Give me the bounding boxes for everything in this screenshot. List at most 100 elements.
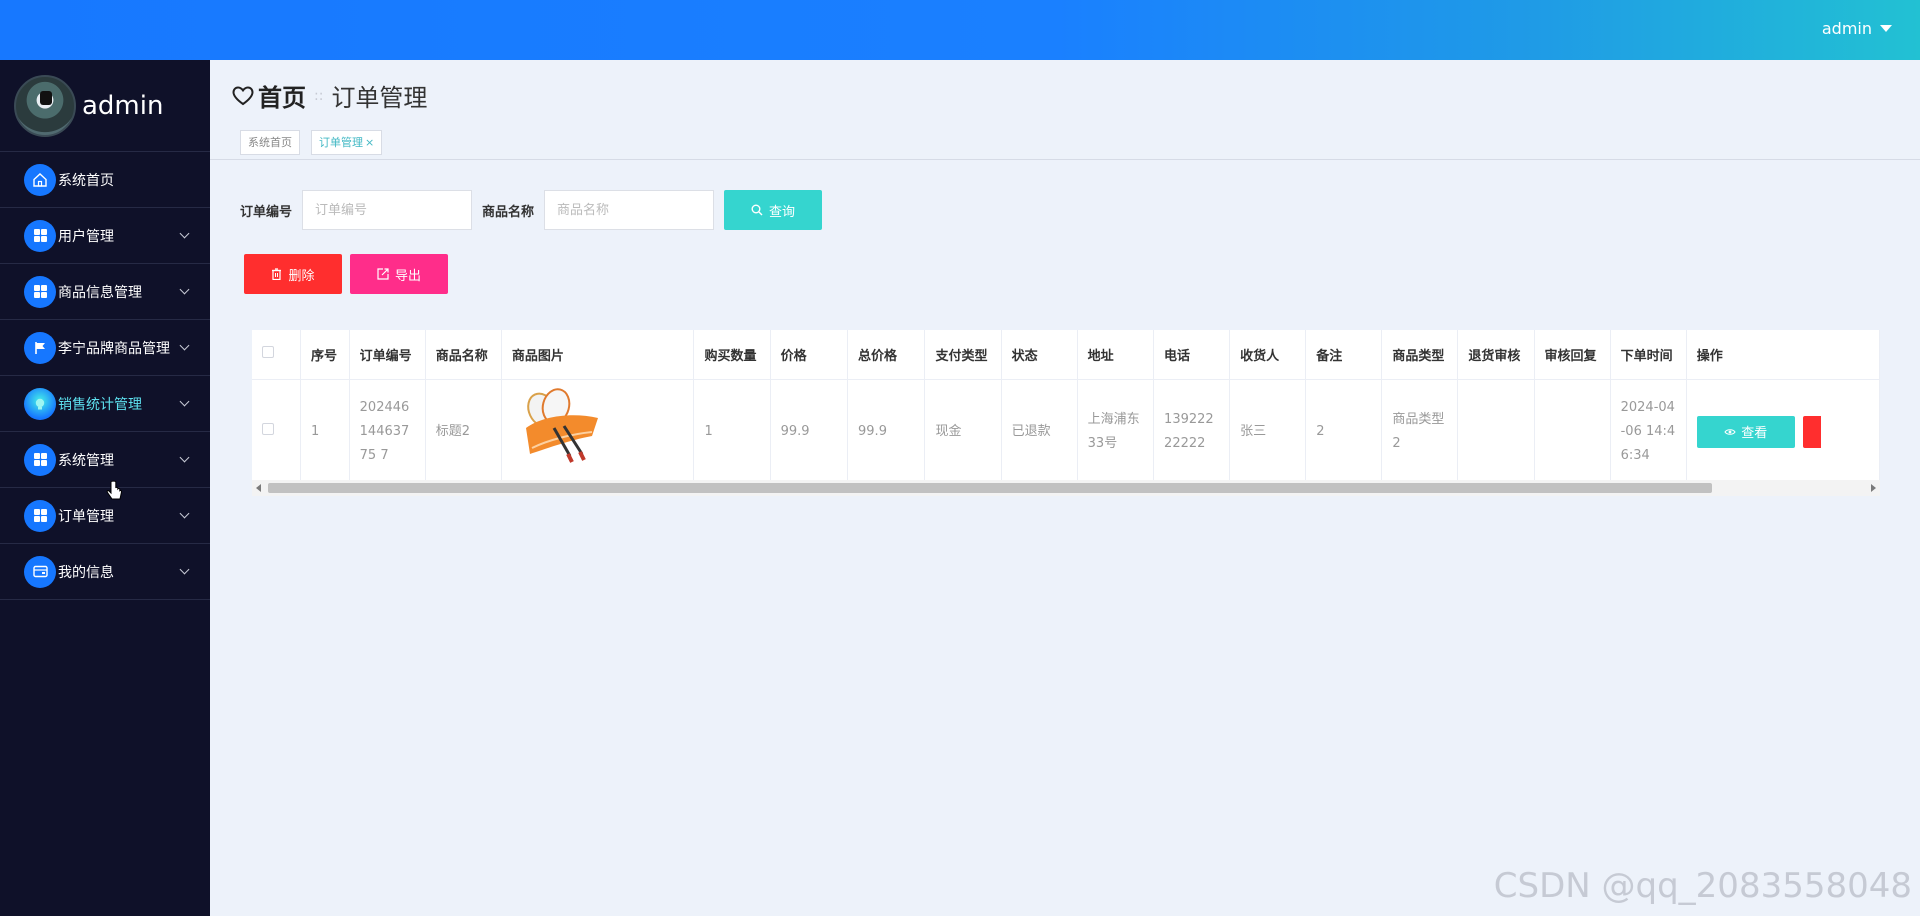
sidebar-item-label: 用户管理 xyxy=(58,228,114,245)
tab-orders[interactable]: 订单管理 × xyxy=(311,130,383,155)
heart-icon xyxy=(232,85,254,105)
export-button-label: 导出 xyxy=(394,267,421,283)
order-no-input[interactable] xyxy=(302,190,473,230)
tab-home[interactable]: 系统首页 xyxy=(240,130,300,155)
user-menu[interactable]: admin xyxy=(1822,19,1892,38)
sidebar-item-label: 商品信息管理 xyxy=(58,284,142,301)
sidebar: admin 系统首页 用户管理 商品信息管理 李宁品牌商品管理 销售统计管理 系… xyxy=(0,60,210,916)
trash-icon xyxy=(272,268,282,280)
table-header: 备注 xyxy=(1305,330,1383,380)
table-header: 序号 xyxy=(300,330,350,380)
sidebar-item-orders[interactable]: 订单管理 xyxy=(0,488,210,544)
table-header: 价格 xyxy=(770,330,849,380)
cell-order-no: 20244614463775 7 xyxy=(349,379,426,486)
view-button-label: 查看 xyxy=(1741,425,1768,441)
sidebar-item-label: 订单管理 xyxy=(58,508,114,525)
select-all-cell xyxy=(252,330,302,380)
query-button[interactable]: 查询 xyxy=(724,190,823,230)
avatar xyxy=(14,74,76,137)
view-button[interactable]: 查看 xyxy=(1696,415,1795,448)
sidebar-item-lining-products[interactable]: 李宁品牌商品管理 xyxy=(0,320,210,376)
cell-note: 2 xyxy=(1305,379,1383,486)
grid-icon xyxy=(24,219,56,252)
cell-address: 上海浦东33号 xyxy=(1077,379,1155,486)
cell-product-type: 商品类型2 xyxy=(1381,379,1459,486)
sidebar-item-users[interactable]: 用户管理 xyxy=(0,208,210,264)
product-image xyxy=(525,387,598,463)
table-header: 总价格 xyxy=(847,330,926,380)
sidebar-item-label: 系统管理 xyxy=(58,452,114,469)
chevron-down-icon xyxy=(179,340,190,351)
table-header: 状态 xyxy=(1001,330,1078,380)
tab-label: 系统首页 xyxy=(248,136,292,149)
table-header: 商品名称 xyxy=(425,330,502,380)
breadcrumb-current: 订单管理 xyxy=(331,84,428,112)
table-header: 地址 xyxy=(1077,330,1155,380)
cell-price: 99.9 xyxy=(770,379,849,486)
profile-name: admin xyxy=(82,90,164,121)
wallet-icon xyxy=(24,555,56,588)
table-header: 审核回复 xyxy=(1534,330,1611,380)
row-select-cell xyxy=(252,379,302,486)
sidebar-item-sales-stats[interactable]: 销售统计管理 xyxy=(0,376,210,432)
scrollbar-thumb[interactable] xyxy=(268,483,1712,493)
chevron-down-icon xyxy=(179,508,190,519)
cell-total: 99.9 xyxy=(847,379,926,486)
chevron-down-icon xyxy=(179,564,190,575)
delete-button[interactable]: 删除 xyxy=(244,254,342,294)
export-button[interactable]: 导出 xyxy=(350,254,448,294)
table-header: 支付类型 xyxy=(924,330,1002,380)
cell-index: 1 xyxy=(300,379,350,486)
table-header: 下单时间 xyxy=(1610,330,1687,380)
select-all-checkbox[interactable] xyxy=(262,346,274,359)
profile: admin xyxy=(0,60,210,152)
eye-icon xyxy=(1724,428,1736,435)
cell-product-image xyxy=(501,379,695,486)
cell-product-name: 标题2 xyxy=(425,379,502,486)
row-checkbox[interactable] xyxy=(262,423,274,435)
cell-receiver: 张三 xyxy=(1229,379,1307,486)
tab-label: 订单管理 xyxy=(319,136,363,149)
table-header: 操作 xyxy=(1686,330,1880,380)
grid-icon xyxy=(24,499,56,532)
sidebar-item-home[interactable]: 系统首页 xyxy=(0,152,210,208)
cell-return-review xyxy=(1457,379,1535,486)
search-icon xyxy=(751,204,763,216)
sidebar-item-products[interactable]: 商品信息管理 xyxy=(0,264,210,320)
product-name-input[interactable] xyxy=(544,190,715,230)
sidebar-item-label: 销售统计管理 xyxy=(58,396,142,413)
grid-icon xyxy=(24,443,56,476)
sidebar-item-system[interactable]: 系统管理 xyxy=(0,432,210,488)
sidebar-item-my-info[interactable]: 我的信息 xyxy=(0,544,210,600)
sidebar-item-label: 我的信息 xyxy=(58,564,114,581)
order-no-label: 订单编号 xyxy=(240,204,293,220)
horizontal-scrollbar[interactable] xyxy=(252,480,1880,496)
sidebar-item-label: 李宁品牌商品管理 xyxy=(58,340,170,357)
table-header: 电话 xyxy=(1153,330,1231,380)
table-header: 商品图片 xyxy=(501,330,695,380)
flag-icon xyxy=(24,331,56,364)
delete-row-button[interactable] xyxy=(1802,416,1821,449)
breadcrumb-separator: :: xyxy=(314,87,324,104)
export-icon xyxy=(377,268,389,280)
query-button-label: 查询 xyxy=(769,203,796,219)
user-menu-label: admin xyxy=(1821,19,1872,38)
breadcrumb: 首页 :: 订单管理 xyxy=(232,78,427,113)
breadcrumb-home[interactable]: 首页 xyxy=(258,78,306,113)
grid-icon xyxy=(24,275,56,308)
close-icon[interactable]: × xyxy=(365,136,374,149)
product-name-label: 商品名称 xyxy=(482,204,535,220)
table-header: 收货人 xyxy=(1229,330,1307,380)
bulb-icon xyxy=(24,387,56,420)
caret-down-icon xyxy=(1880,25,1892,32)
scroll-right-icon[interactable] xyxy=(1871,484,1876,492)
scroll-left-icon[interactable] xyxy=(256,484,261,492)
table-header: 购买数量 xyxy=(693,330,771,380)
cell-actions: 查看 xyxy=(1686,379,1880,486)
mouse-pointer-icon xyxy=(106,480,123,500)
top-bar: admin xyxy=(0,0,1920,60)
chevron-down-icon xyxy=(179,228,190,239)
cell-quantity: 1 xyxy=(693,379,771,486)
chevron-down-icon xyxy=(179,452,190,463)
table-header: 商品类型 xyxy=(1381,330,1459,380)
